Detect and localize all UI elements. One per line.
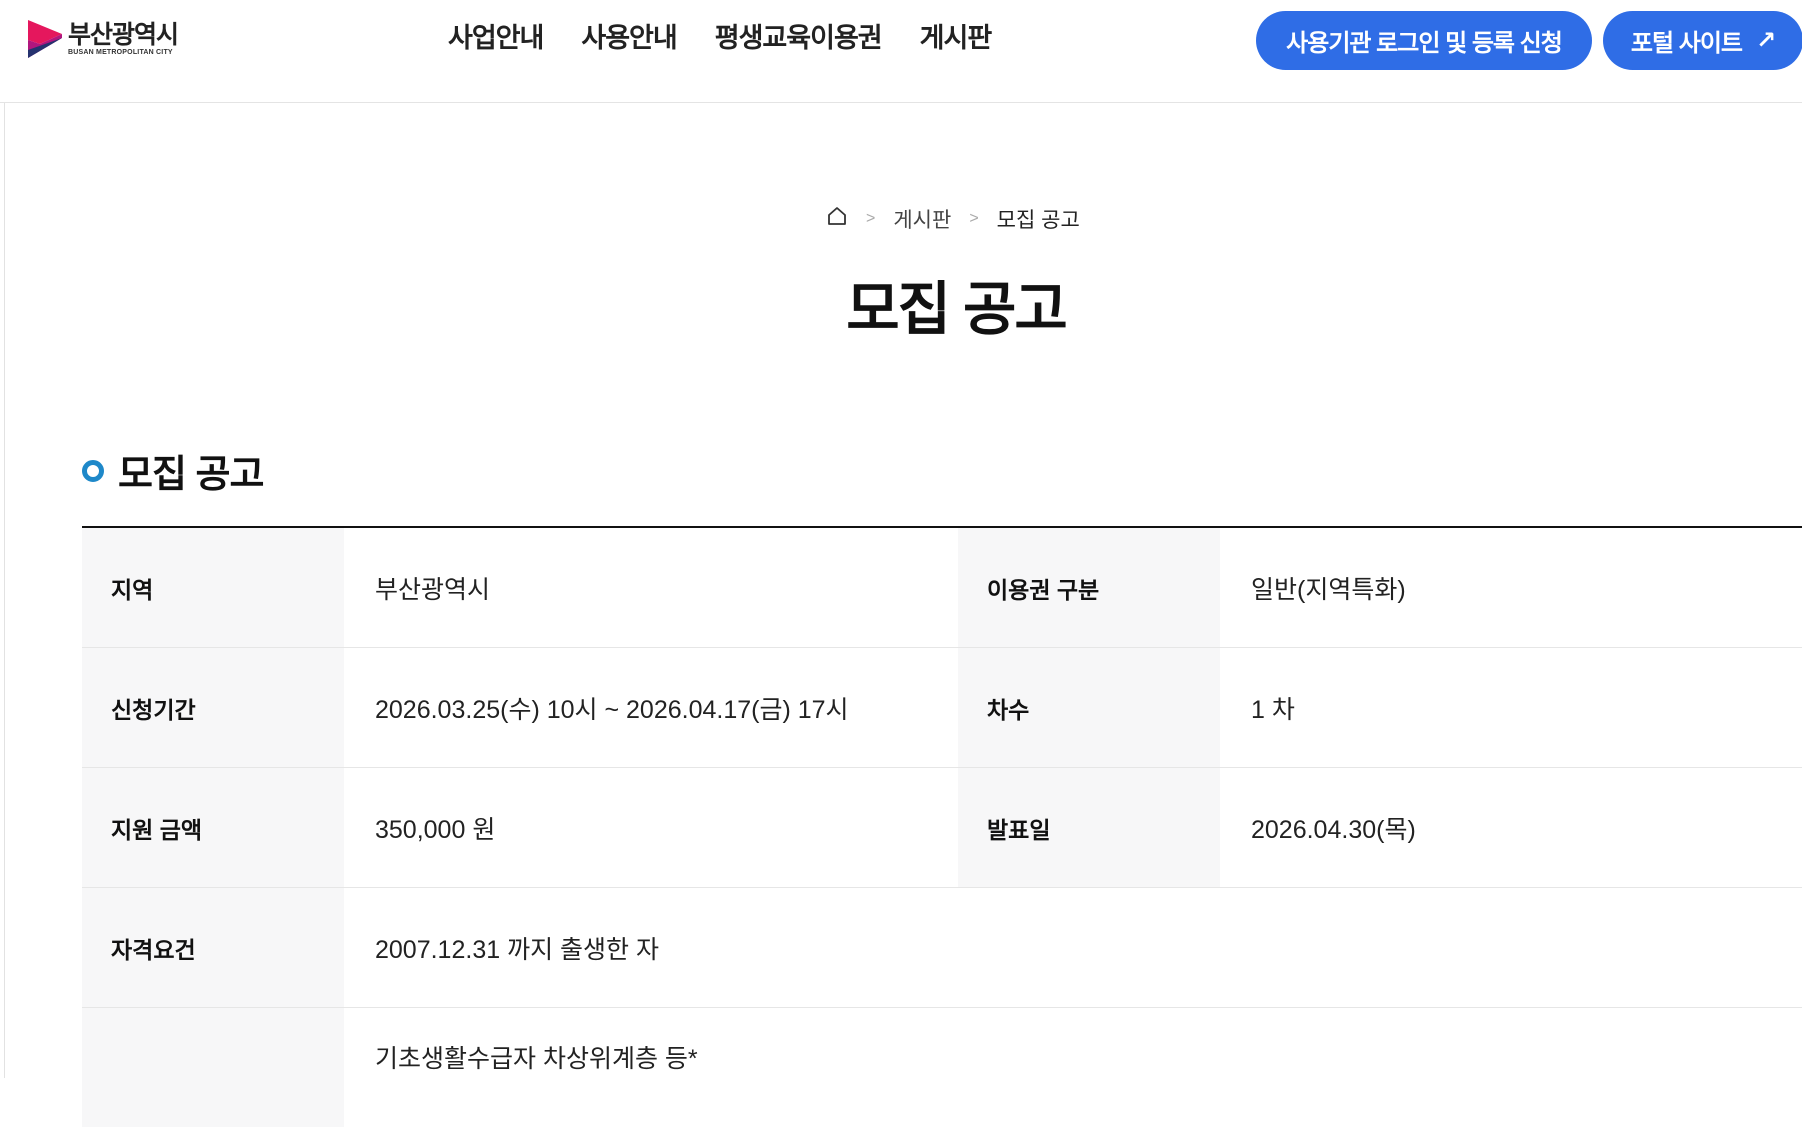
eligibility-label: 자격요건 <box>82 888 344 1007</box>
section-header: 모집 공고 <box>82 443 264 498</box>
busan-logo[interactable]: 부산광역시 BUSAN METROPOLITAN CITY <box>28 20 179 58</box>
table-row: 기초생활수급자 차상위계층 등* <box>82 1008 1802 1127</box>
logo-korean: 부산광역시 <box>68 20 179 49</box>
region-value: 부산광역시 <box>375 575 491 604</box>
portal-site-button[interactable]: 포털 사이트 ↗ <box>1603 11 1802 70</box>
table-row: 신청기간 2026.03.25(수) 10시 ~ 2026.04.17(금) 1… <box>82 648 1802 768</box>
breadcrumb-current: 모집 공고 <box>996 209 1080 232</box>
round-label: 차수 <box>958 648 1220 767</box>
announce-date-value: 2026.04.30(목) <box>1251 815 1416 844</box>
circle-bullet-icon <box>82 459 104 482</box>
nav-board[interactable]: 게시판 <box>920 20 993 56</box>
priority-label <box>82 1008 344 1127</box>
voucher-type-value: 일반(지역특화) <box>1251 575 1406 604</box>
main-nav: 사업안내 사용안내 평생교육이용권 게시판 <box>448 20 1029 56</box>
logo-english: BUSAN METROPOLITAN CITY <box>68 48 173 56</box>
amount-label: 지원 금액 <box>82 768 344 887</box>
home-icon[interactable] <box>826 205 848 233</box>
left-border <box>4 0 5 1078</box>
busan-logo-icon <box>28 20 62 58</box>
site-header: 부산광역시 BUSAN METROPOLITAN CITY 사업안내 사용안내 … <box>0 0 1802 103</box>
page-title: 모집 공고 <box>846 277 1068 342</box>
announce-date-label: 발표일 <box>958 768 1220 887</box>
nav-lifelong-voucher[interactable]: 평생교육이용권 <box>715 20 883 56</box>
voucher-type-label: 이용권 구분 <box>958 528 1220 647</box>
section-title: 모집 공고 <box>118 454 264 496</box>
breadcrumb-board[interactable]: 게시판 <box>893 204 951 234</box>
round-value: 1 차 <box>1251 695 1295 724</box>
table-row: 자격요건 2007.12.31 까지 출생한 자 <box>82 888 1802 1008</box>
eligibility-value: 2007.12.31 까지 출생한 자 <box>375 935 659 964</box>
period-label: 신청기간 <box>82 648 344 767</box>
table-row: 지역 부산광역시 이용권 구분 일반(지역특화) <box>82 528 1802 648</box>
breadcrumb: > 게시판 > 모집 공고 <box>826 204 1080 234</box>
period-value: 2026.03.25(수) 10시 ~ 2026.04.17(금) 17시 <box>375 695 849 724</box>
table-row: 지원 금액 350,000 원 발표일 2026.04.30(목) <box>82 768 1802 888</box>
region-label: 지역 <box>82 528 344 647</box>
external-arrow-icon: ↗ <box>1755 27 1776 54</box>
chevron-right-icon: > <box>969 210 979 227</box>
nav-usage-guide[interactable]: 사용안내 <box>581 20 677 56</box>
chevron-right-icon: > <box>866 210 876 227</box>
nav-business-info[interactable]: 사업안내 <box>448 20 544 56</box>
institution-login-label: 사용기관 로그인 및 등록 신청 <box>1286 30 1563 57</box>
institution-login-button[interactable]: 사용기관 로그인 및 등록 신청 <box>1256 11 1592 70</box>
priority-value: 기초생활수급자 차상위계층 등* <box>375 1045 698 1073</box>
portal-site-label: 포털 사이트 <box>1630 30 1743 57</box>
logo-text: 부산광역시 BUSAN METROPOLITAN CITY <box>68 20 179 57</box>
amount-value: 350,000 원 <box>375 815 496 844</box>
